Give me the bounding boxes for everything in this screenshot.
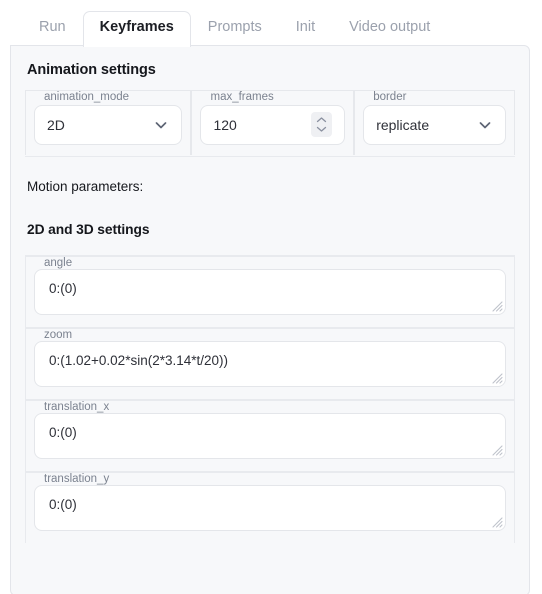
zoom-textarea[interactable]: 0:(1.02+0.02*sin(2*3.14*t/20)) <box>34 340 506 387</box>
border-field: border replicate <box>354 90 515 155</box>
border-value: replicate <box>376 116 430 133</box>
angle-textarea[interactable]: 0:(0) <box>34 268 506 315</box>
motion-parameters-label: Motion parameters: <box>27 178 144 194</box>
max-frames-field: max_frames 120 <box>191 90 355 155</box>
tab-run[interactable]: Run <box>22 13 83 47</box>
tab-init[interactable]: Init <box>279 13 332 47</box>
resize-grip-icon[interactable] <box>490 443 503 456</box>
translation-x-textarea[interactable]: 0:(0) <box>34 412 506 459</box>
motion-parameter-list: angle 0:(0) zoom 0:(1.02+0.02*sin(2*3.14… <box>25 237 515 543</box>
resize-grip-icon[interactable] <box>490 299 503 312</box>
animation-mode-field: animation_mode 2D <box>25 90 192 155</box>
zoom-field: zoom 0:(1.02+0.02*sin(2*3.14*t/20)) <box>25 326 515 399</box>
resize-grip-icon[interactable] <box>490 371 503 384</box>
keyframes-panel: Animation settings animation_mode 2D max… <box>10 45 530 594</box>
settings-subheading: 2D and 3D settings <box>27 221 150 237</box>
angle-field: angle 0:(0) <box>25 254 515 327</box>
max-frames-label: max_frames <box>210 91 274 103</box>
zoom-label: zoom <box>44 328 73 341</box>
translation-x-field: translation_x 0:(0) <box>25 398 515 471</box>
tab-keyframes[interactable]: Keyframes <box>82 10 191 47</box>
animation-settings-row: animation_mode 2D max_frames 120 border … <box>25 90 515 157</box>
animation-mode-label: animation_mode <box>44 91 130 103</box>
translation-y-textarea[interactable]: 0:(0) <box>34 484 506 531</box>
page-title: Animation settings <box>27 62 156 78</box>
border-select[interactable]: replicate <box>363 104 506 145</box>
chevron-down-icon <box>477 117 493 133</box>
stepper-icon[interactable] <box>311 112 333 138</box>
tab-video-output[interactable]: Video output <box>332 13 447 47</box>
resize-grip-icon[interactable] <box>490 515 503 528</box>
max-frames-value: 120 <box>213 116 237 133</box>
border-label: border <box>373 91 407 103</box>
zoom-value: 0:(1.02+0.02*sin(2*3.14*t/20)) <box>49 352 228 368</box>
translation-x-label: translation_x <box>44 400 110 413</box>
animation-mode-value: 2D <box>47 116 65 133</box>
translation-y-field: translation_y 0:(0) <box>25 470 515 543</box>
animation-mode-select[interactable]: 2D <box>34 104 183 145</box>
tab-prompts[interactable]: Prompts <box>191 13 279 47</box>
chevron-down-icon <box>153 117 169 133</box>
translation-y-value: 0:(0) <box>49 496 77 512</box>
max-frames-input[interactable]: 120 <box>200 104 346 145</box>
translation-y-label: translation_y <box>44 472 110 485</box>
keyframes-panel-app: Run Keyframes Prompts Init Video output … <box>0 0 542 594</box>
angle-label: angle <box>44 256 73 269</box>
translation-x-value: 0:(0) <box>49 424 77 440</box>
tab-bar: Run Keyframes Prompts Init Video output <box>0 0 542 47</box>
angle-value: 0:(0) <box>49 280 77 296</box>
